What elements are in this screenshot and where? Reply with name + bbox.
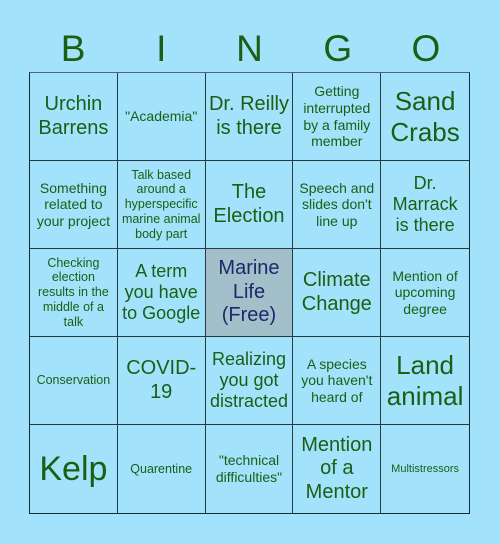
bingo-cell[interactable]: Land animal	[381, 337, 469, 425]
bingo-cell[interactable]: "Academia"	[117, 73, 206, 161]
bingo-cell[interactable]: COVID-19	[117, 337, 206, 425]
bingo-cell[interactable]: Quarentine	[118, 425, 206, 513]
bingo-cell[interactable]: Talk based around a hyperspecific marine…	[117, 161, 206, 249]
bingo-cell[interactable]: Conservation	[30, 337, 118, 425]
bingo-cell[interactable]: Sand Crabs	[381, 73, 469, 161]
bingo-cell[interactable]: The Election	[205, 161, 294, 249]
bingo-cell[interactable]: A term you have to Google	[117, 249, 206, 337]
header-letter-n: N	[236, 28, 263, 69]
bingo-cell[interactable]: Mention of a Mentor	[293, 425, 382, 513]
bingo-cell[interactable]: Realizing you got distracted	[205, 337, 294, 425]
bingo-cell[interactable]: Multistressors	[381, 425, 469, 513]
header-letter-i: I	[156, 28, 167, 69]
bingo-header: B I N G O	[29, 26, 470, 72]
header-letter-o: O	[411, 28, 441, 69]
bingo-cell[interactable]: Dr. Marrack is there	[381, 161, 469, 249]
bingo-cell[interactable]: Urchin Barrens	[30, 73, 118, 161]
bingo-cell[interactable]: Climate Change	[293, 249, 382, 337]
bingo-cell[interactable]: Kelp	[30, 425, 118, 513]
bingo-cell[interactable]: Mention of upcoming degree	[381, 249, 469, 337]
bingo-card: Urchin Barrens "Academia" Dr. Reilly is …	[29, 72, 470, 514]
bingo-cell[interactable]: A species you haven't heard of	[293, 337, 382, 425]
bingo-cell[interactable]: Checking election results in the middle …	[30, 249, 118, 337]
bingo-cell[interactable]: Speech and slides don't line up	[293, 161, 382, 249]
free-space-cell[interactable]: Marine Life (Free)	[205, 249, 294, 337]
bingo-cell[interactable]: Getting interrupted by a family member	[293, 73, 382, 161]
header-letter-g: G	[323, 28, 353, 69]
bingo-cell[interactable]: Dr. Reilly is there	[205, 73, 294, 161]
header-letter-b: B	[60, 28, 86, 69]
bingo-cell[interactable]: "technical difficulties"	[206, 425, 294, 513]
bingo-cell[interactable]: Something related to your project	[30, 161, 118, 249]
